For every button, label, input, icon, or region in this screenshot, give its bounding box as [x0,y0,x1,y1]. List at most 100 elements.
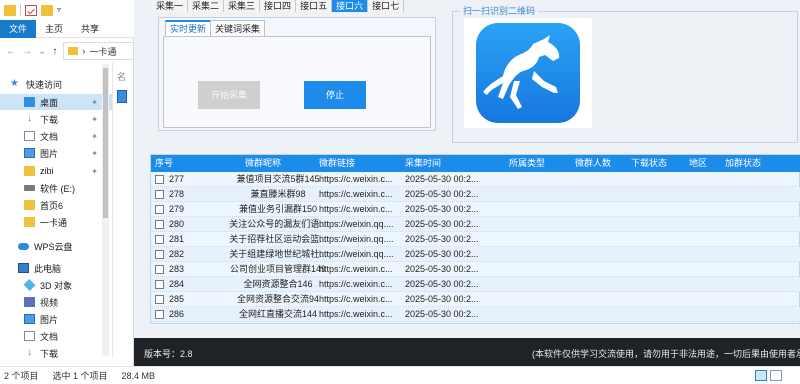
column-header-member-count[interactable]: 微群人数 [575,155,611,172]
table-row[interactable]: 279 兼值业务引漏群150 https://c.weixin.c... 2025-0… [151,202,800,217]
nav-item-zibi[interactable]: zibi ✦ [0,163,112,179]
nav-item-desktop[interactable]: 桌面 ✦ [0,94,112,110]
qr-code-panel: 扫一扫识别二维码 [452,6,798,143]
start-collect-button[interactable]: 开始采集 [198,81,260,109]
cell-index: 281 [169,234,185,244]
cell-link: https://c.weixin.c... [319,279,393,289]
nav-item-wps-cloud[interactable]: WPS云盘 [0,238,112,254]
nav-item-downloads-pc[interactable]: ↓ 下载 [0,345,112,361]
nav-item-drive-e[interactable]: 软件 (E:) [0,180,112,196]
mode-tab-body: 开始采集 停止 [163,36,431,128]
pin-icon: ✦ [91,114,98,124]
up-arrow-icon[interactable]: ↑ [52,46,57,57]
name-column-header[interactable]: 名 [117,70,126,83]
file-list-pane: 名 [112,62,134,358]
column-header-time[interactable]: 采集时间 [405,155,441,172]
row-checkbox[interactable] [155,190,164,199]
nav-quick-access[interactable]: ★ 快速访问 [0,76,112,92]
table-row[interactable]: 280 关注公众号的漏友们语... https://weixin.qq.... 202… [151,217,800,232]
row-checkbox[interactable] [155,235,164,244]
picture-icon [24,314,35,324]
properties-check-icon[interactable] [25,4,37,16]
table-row[interactable]: 281 关于招荐社区运动会篮... https://weixin.qq.... 202… [151,232,800,247]
item-count: 2 个项目 [4,371,39,381]
column-header-nickname[interactable]: 微群昵称 [245,155,281,172]
nav-item-home6[interactable]: 首页6 [0,197,112,213]
tab-interface-7[interactable]: 接口七 [368,0,405,12]
cell-index: 277 [169,174,185,184]
tab-keyword-collect[interactable]: 关键词采集 [210,20,266,36]
row-checkbox[interactable] [155,175,164,184]
ribbon-tab-share[interactable]: 共享 [72,20,108,38]
tab-interface-4[interactable]: 接口四 [260,0,297,12]
cell-index: 286 [169,309,185,319]
nav-item-videos[interactable]: 视频 [0,294,112,310]
star-icon: ★ [10,78,19,89]
nav-item-this-pc[interactable]: 此电脑 [0,260,112,276]
details-view-icon[interactable] [755,370,767,381]
toolbar-divider [20,4,21,16]
ribbon-tab-file[interactable]: 文件 [0,20,37,38]
file-icon[interactable] [117,90,127,103]
nav-item-3d-objects[interactable]: 3D 对象 [0,277,112,293]
row-checkbox[interactable] [155,205,164,214]
nav-item-yikatong[interactable]: 一卡通 [0,214,112,230]
cell-index: 278 [169,189,185,199]
breadcrumb[interactable]: 一卡通 [89,45,116,58]
address-bar[interactable]: › 一卡通 [63,42,134,60]
cloud-icon [18,242,29,250]
nav-item-label: 一卡通 [40,217,68,228]
selection-size: 28.4 MB [121,370,156,381]
tab-collect-1[interactable]: 采集一 [152,0,189,12]
column-header-region[interactable]: 地区 [689,155,707,172]
column-header-join-status[interactable]: 加群状态 [725,155,761,172]
cell-link: https://c.weixin.c... [319,264,393,274]
scrollbar-thumb[interactable] [103,68,108,218]
back-arrow-icon[interactable]: ← [6,46,16,57]
table-row[interactable]: 286 全网红直播交流144 https://c.weixin.c... 2025-0… [151,307,800,322]
cell-time: 2025-05-30 00:2... [405,309,479,319]
new-folder-icon[interactable] [41,4,53,16]
row-checkbox[interactable] [155,250,164,259]
nav-item-documents[interactable]: 文档 ✦ [0,128,112,144]
nav-item-pictures[interactable]: 图片 ✦ [0,145,112,161]
tab-interface-6[interactable]: 接口六 [332,0,369,12]
large-icons-view-icon[interactable] [770,370,782,381]
cell-time: 2025-05-30 00:2... [405,174,479,184]
row-checkbox[interactable] [155,280,164,289]
column-header-type[interactable]: 所属类型 [509,155,545,172]
nav-item-downloads[interactable]: ↓ 下载 ✦ [0,111,112,127]
customize-toolbar-chevron-icon[interactable]: ▿ [57,5,61,16]
table-row[interactable]: 283 公司创业项目管理群149 https://c.weixin.c... 2025… [151,262,800,277]
column-header-link[interactable]: 微群链接 [319,155,355,172]
cell-index: 283 [169,264,185,274]
table-row[interactable]: 284 全网资源整合146 https://c.weixin.c... 2025-05… [151,277,800,292]
table-row[interactable]: 282 关于组建绿地世纪城社... https://weixin.qq.... 202… [151,247,800,262]
nav-item-label: 图片 [40,148,59,159]
tab-collect-2[interactable]: 采集二 [188,0,225,12]
nav-pane-scrollbar[interactable] [102,64,109,356]
row-checkbox[interactable] [155,265,164,274]
table-row[interactable]: 285 全网资源整合交流94 https://c.weixin.c... 2025-0… [151,292,800,307]
cell-index: 282 [169,249,185,259]
forward-arrow-icon[interactable]: → [22,46,32,57]
row-checkbox[interactable] [155,295,164,304]
nav-item-pictures-pc[interactable]: 图片 [0,311,112,327]
folder-icon[interactable] [4,4,16,16]
column-header-download-status[interactable]: 下载状态 [631,155,667,172]
ribbon-tab-home[interactable]: 主页 [36,20,72,38]
tab-interface-5[interactable]: 接口五 [296,0,333,12]
nav-item-label: 文档 [40,131,59,142]
file-explorer-window: ▿ 文件 主页 共享 ← → ⌄ ↑ › 一卡通 ★ 快速访问 桌面 ✦ ↓ 下… [0,0,134,384]
nav-item-documents-pc[interactable]: 文档 [0,328,112,344]
disclaimer-text: (本软件仅供学习交流使用，请勿用于非法用途，一切后果由使用者承担 [532,349,800,359]
column-header-index[interactable]: 序号 [155,155,173,172]
tab-collect-3[interactable]: 采集三 [224,0,261,12]
row-checkbox[interactable] [155,310,164,319]
recent-dropdown-chevron-icon[interactable]: ⌄ [38,46,46,57]
table-row[interactable]: 278 兼直滕米群98 https://c.weixin.c... 2025-05-3… [151,187,800,202]
row-checkbox[interactable] [155,220,164,229]
table-row[interactable]: 277 兼值项目交流5群145 https://c.weixin.c... 2025-… [151,172,800,187]
stop-button[interactable]: 停止 [304,81,366,109]
tab-realtime-update[interactable]: 实时更新 [165,20,212,36]
